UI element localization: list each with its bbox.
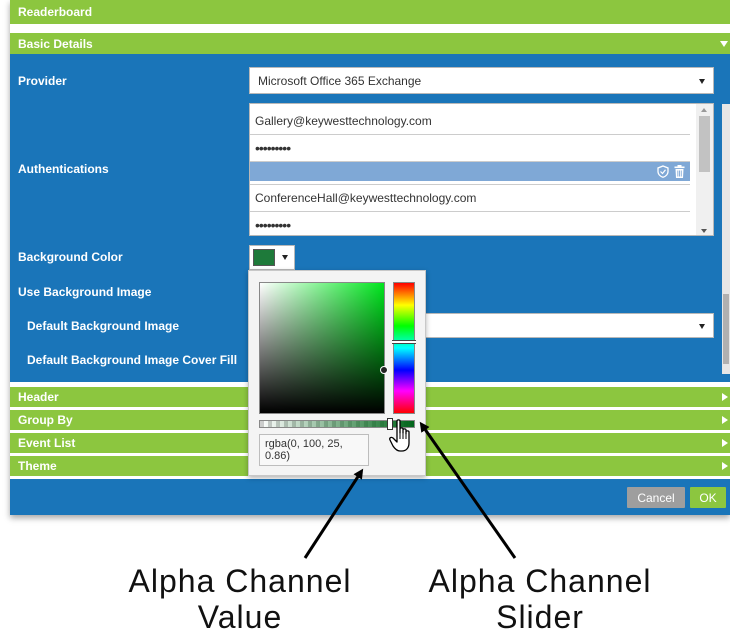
alpha-slider-callout-line1: Alpha Channel [428,563,652,599]
alpha-slider-callout-line2: Slider [496,599,584,635]
alpha-value-callout-line2: Value [197,599,283,635]
alpha-value-callout: Alpha Channel Value [100,563,380,635]
alpha-slider-arrow [419,421,517,559]
alpha-slider-callout: Alpha Channel Slider [400,563,680,635]
annotation-arrows [303,421,517,559]
alpha-value-arrow [303,468,364,559]
alpha-value-callout-line1: Alpha Channel [128,563,352,599]
